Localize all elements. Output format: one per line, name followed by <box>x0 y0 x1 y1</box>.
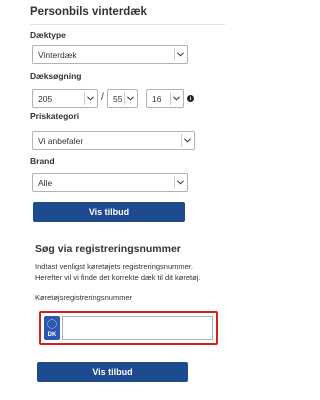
chevron-down-icon <box>170 92 182 105</box>
brand-value: Alle <box>38 178 53 188</box>
chevron-down-icon <box>181 134 193 147</box>
tire-width-select[interactable]: 205 <box>32 89 98 108</box>
tire-rim-select[interactable]: 16 <box>146 89 184 108</box>
price-category-label: Priskategori <box>30 111 80 121</box>
eu-stars-icon <box>47 319 57 329</box>
chevron-down-icon <box>174 176 186 189</box>
tire-width-value: 205 <box>38 94 53 104</box>
chevron-down-icon <box>84 92 96 105</box>
eu-country-badge: DK <box>44 316 60 340</box>
tire-type-label: Dæktype <box>30 30 66 40</box>
help-text-line: Herefter vil vi finde det korrekte dæk t… <box>35 273 201 282</box>
tire-type-select[interactable]: Vinterdæk <box>32 45 188 64</box>
title-divider <box>30 24 225 25</box>
tire-profile-value: 55 <box>113 94 123 104</box>
price-category-select[interactable]: Vi anbefaler <box>32 131 195 150</box>
size-separator: / <box>101 92 104 103</box>
chevron-down-icon <box>174 48 186 61</box>
info-icon[interactable]: i <box>187 95 194 102</box>
plate-show-offers-button[interactable]: Vis tilbud <box>37 362 188 382</box>
tire-rim-value: 16 <box>152 94 162 104</box>
brand-select[interactable]: Alle <box>32 173 188 192</box>
help-text-line: Indtast venligst køretøjets registrering… <box>35 262 193 271</box>
plate-search-title: Søg via registreringsnummer <box>35 243 181 255</box>
brand-label: Brand <box>30 156 55 166</box>
filter-title: Personbils vinterdæk <box>30 6 147 18</box>
tire-search-label: Dæksøgning <box>30 71 82 81</box>
tire-type-value: Vinterdæk <box>38 50 77 60</box>
plate-field-label: Køretøjsregistreringsnummer <box>35 293 133 302</box>
plate-search-help: Indtast venligst køretøjets registrering… <box>35 261 245 283</box>
registration-number-input[interactable] <box>62 316 213 340</box>
price-category-value: Vi anbefaler <box>38 136 84 146</box>
tire-profile-select[interactable]: 55 <box>107 89 138 108</box>
chevron-down-icon <box>124 92 136 105</box>
plate-input-highlight: DK <box>39 311 218 345</box>
country-code: DK <box>47 332 57 338</box>
show-offers-button[interactable]: Vis tilbud <box>33 202 185 222</box>
